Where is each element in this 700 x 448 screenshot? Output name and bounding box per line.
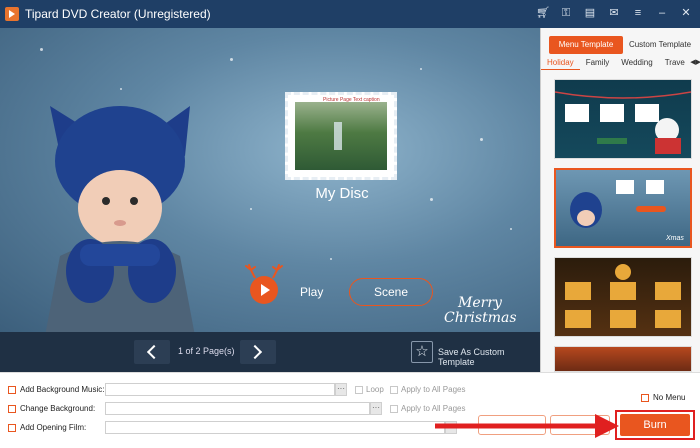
window-controls: 🛒︎ ⚿ ▤ ✉ ≡ – ✕ (536, 6, 692, 20)
template-thumbnail-selected[interactable]: Xmas (554, 168, 692, 248)
file-icon[interactable]: ▤ (584, 6, 596, 20)
save-custom-template-link[interactable]: Save As Custom Template (438, 347, 540, 367)
bg-music-browse-button[interactable]: ··· (335, 383, 347, 396)
opening-film-field[interactable] (105, 421, 445, 434)
title-bar: Tipard DVD Creator (Unregistered) 🛒︎ ⚿ ▤… (0, 0, 700, 28)
bg-music-label: Add Background Music: (20, 385, 105, 394)
merry-christmas-decoration: Merry Christmas (444, 295, 517, 332)
page-indicator: 1 of 2 Page(s) (178, 346, 235, 356)
change-bg-checkbox[interactable] (8, 405, 16, 413)
play-label[interactable]: Play (300, 285, 323, 299)
disc-title[interactable]: My Disc (300, 185, 384, 202)
menu-icon[interactable]: ≡ (632, 6, 644, 20)
template-thumbnail[interactable] (554, 346, 692, 372)
bg-music-field[interactable] (105, 383, 335, 396)
template-categories: Holiday Family Wedding Trave ◀▶ (541, 56, 700, 70)
change-bg-field[interactable] (105, 402, 370, 415)
no-menu-label: No Menu (653, 393, 686, 402)
feedback-icon[interactable]: ✉ (608, 6, 620, 20)
opening-film-checkbox[interactable] (8, 424, 16, 432)
svg-text:Xmas: Xmas (665, 235, 684, 242)
red-arrow-annotation (435, 414, 619, 438)
minimize-icon[interactable]: – (656, 6, 668, 20)
template-thumbnail[interactable] (554, 79, 692, 159)
window-title: Tipard DVD Creator (Unregistered) (25, 7, 211, 21)
category-holiday[interactable]: Holiday (541, 56, 580, 70)
template-thumbnail[interactable] (554, 257, 692, 337)
burn-button[interactable]: Burn (620, 414, 690, 436)
key-icon[interactable]: ⚿ (560, 6, 572, 20)
category-wedding[interactable]: Wedding (615, 56, 658, 70)
stamp-picture: Picture Page Text caption (295, 97, 387, 170)
change-bg-browse-button[interactable]: ··· (370, 402, 382, 415)
greeting-line2: Christmas (444, 310, 517, 326)
loop-checkbox[interactable] (355, 386, 363, 394)
apply-all-bg-checkbox[interactable] (390, 405, 398, 413)
disc-stamp-frame[interactable]: Picture Page Text caption (285, 92, 397, 180)
previous-page-button[interactable] (134, 340, 170, 364)
page-navigation-bar: 1 of 2 Page(s) ☆ Save As Custom Template (0, 332, 540, 372)
bg-music-checkbox[interactable] (8, 386, 16, 394)
apply-all-music-checkbox[interactable] (390, 386, 398, 394)
opening-film-label: Add Opening Film: (20, 423, 87, 432)
no-menu-checkbox[interactable] (641, 394, 649, 402)
scene-button[interactable]: Scene (349, 278, 433, 306)
next-page-button[interactable] (240, 340, 276, 364)
close-icon[interactable]: ✕ (680, 6, 692, 20)
greeting-line1: Merry (458, 295, 502, 311)
app-logo-icon (5, 7, 19, 21)
child-photo (45, 106, 195, 332)
tab-menu-template[interactable]: Menu Template (549, 36, 623, 54)
category-travel[interactable]: Trave (659, 56, 691, 70)
loop-label: Loop (366, 385, 384, 394)
play-button[interactable] (250, 276, 278, 304)
apply-all-music-label: Apply to All Pages (401, 385, 466, 394)
template-sidebar: Menu Template Custom Template Holiday Fa… (540, 28, 700, 372)
change-bg-label: Change Background: (20, 404, 96, 413)
tab-custom-template[interactable]: Custom Template (623, 36, 697, 54)
template-tabs: Menu Template Custom Template (549, 36, 697, 54)
cart-icon[interactable]: 🛒︎ (536, 6, 550, 20)
star-icon[interactable]: ☆ (411, 341, 433, 363)
category-scroll-arrows-icon[interactable]: ◀▶ (689, 56, 700, 70)
menu-preview: Picture Page Text caption My Disc Play S… (0, 28, 540, 332)
stamp-caption: Picture Page Text caption (323, 97, 380, 103)
category-family[interactable]: Family (580, 56, 616, 70)
